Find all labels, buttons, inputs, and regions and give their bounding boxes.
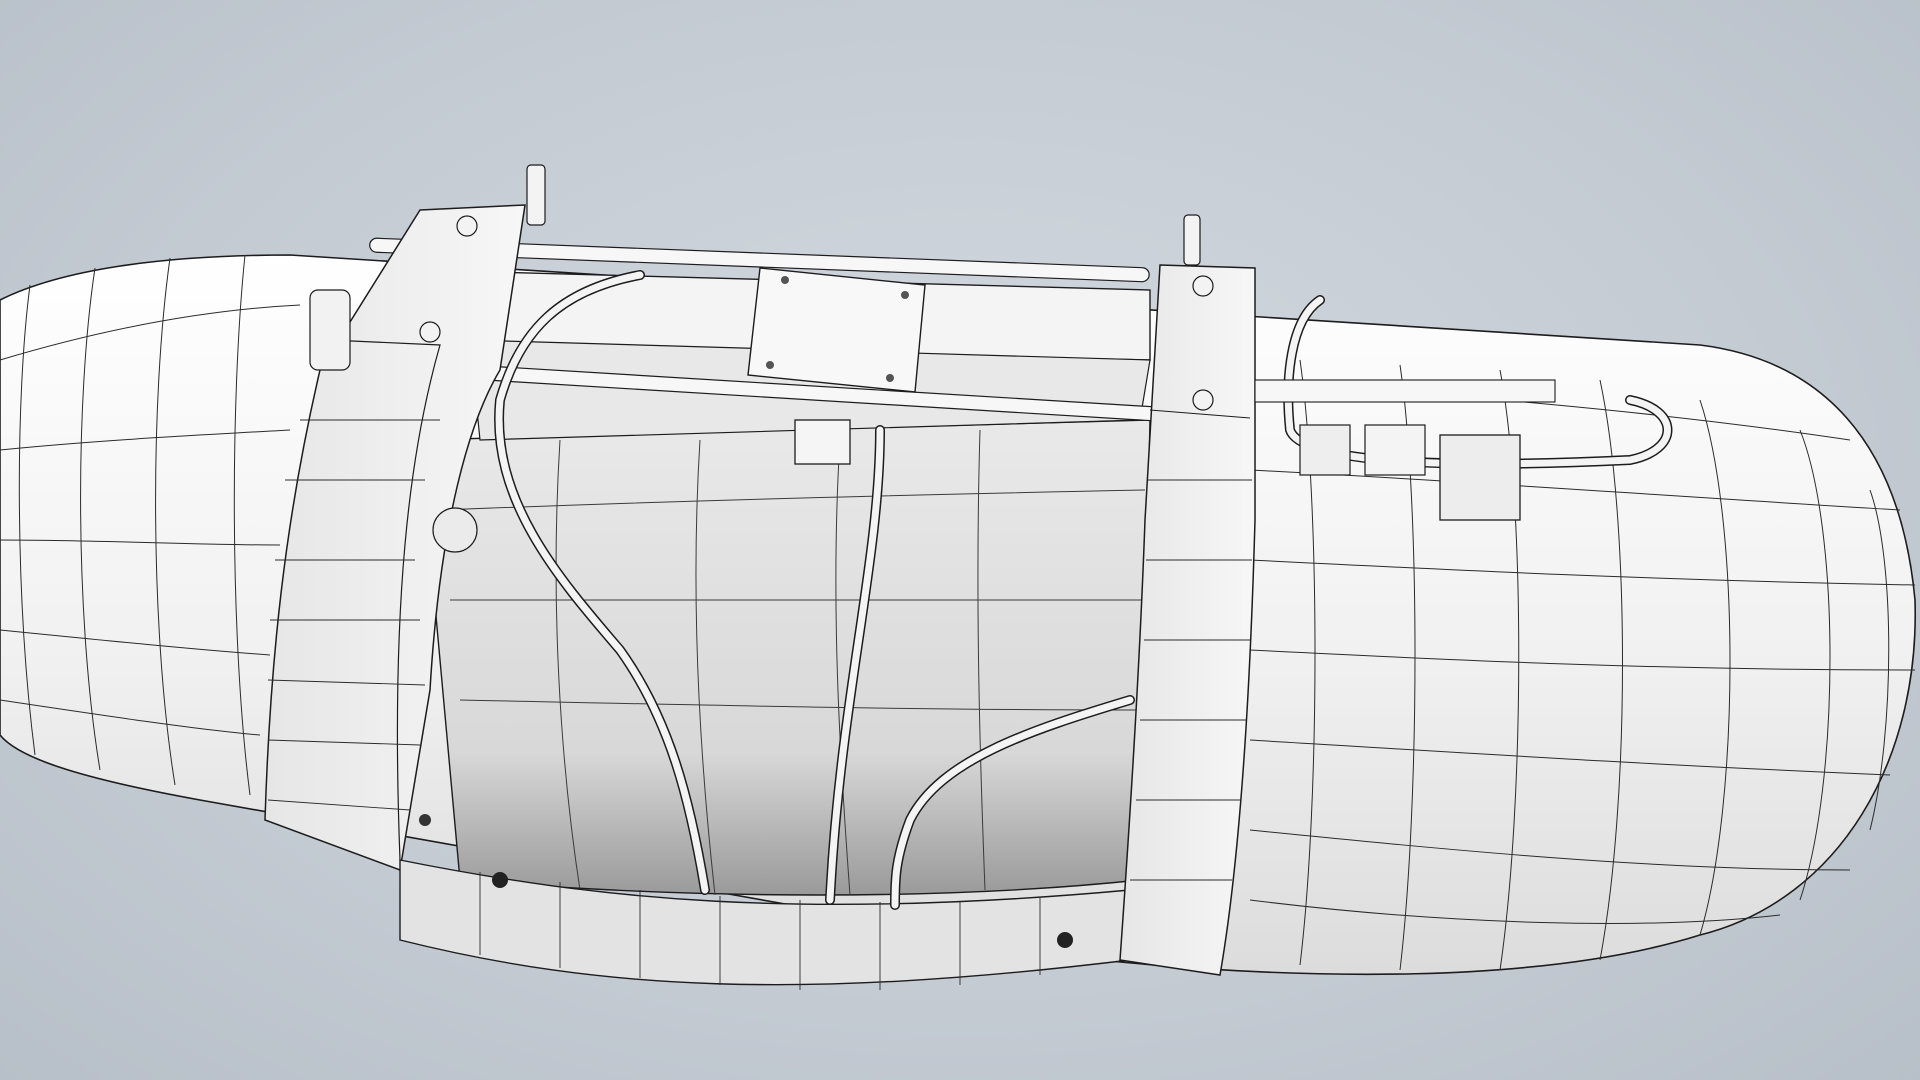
mounting-plate[interactable] (747, 267, 926, 393)
connector-box[interactable] (794, 419, 851, 465)
model-canvas[interactable] (0, 0, 1920, 1080)
3d-viewport[interactable] (0, 0, 1920, 1080)
pod-model-render (0, 164, 1916, 990)
cavity (419, 419, 1151, 896)
